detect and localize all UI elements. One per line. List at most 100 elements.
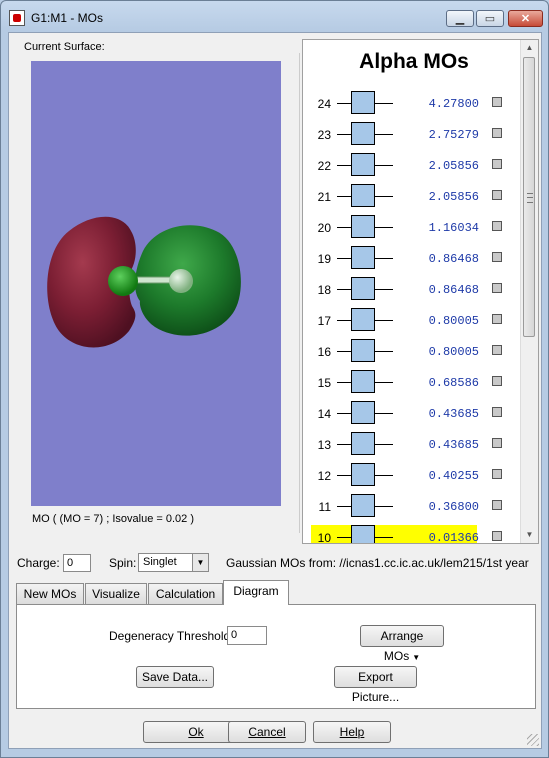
cancel-button[interactable]: Cancel	[228, 721, 306, 743]
mo-number: 15	[317, 376, 331, 390]
mo-row[interactable]: 24 4.27800	[303, 91, 521, 116]
mo-checkbox[interactable]	[492, 128, 502, 138]
mo-energy: 2.05856	[428, 190, 479, 204]
mo-level-box[interactable]	[351, 215, 375, 238]
mo-checkbox[interactable]	[492, 190, 502, 200]
window-title: G1:M1 - MOs	[31, 11, 104, 25]
mo-energy: 0.86468	[428, 252, 479, 266]
mo-energy: 0.80005	[428, 314, 479, 328]
mo-number: 10	[317, 531, 331, 544]
mo-level-box[interactable]	[351, 277, 375, 300]
mo-level-box[interactable]	[351, 401, 375, 424]
tab-diagram[interactable]: Diagram	[223, 580, 289, 605]
mo-checkbox[interactable]	[492, 221, 502, 231]
mo-level-box[interactable]	[351, 339, 375, 362]
dialog-body: Current Surface: MO ((MO = 7) ; Isovalu…	[8, 32, 542, 749]
carbon-atom	[108, 266, 138, 296]
mo-number: 18	[317, 283, 331, 297]
mo-row[interactable]: 12 0.40255	[303, 463, 521, 488]
mo-level-box[interactable]	[351, 246, 375, 269]
info-row: Charge: 0 Spin: Singlet ▼ Gaussian MOs f…	[9, 553, 543, 575]
mo-level-box[interactable]	[351, 463, 375, 486]
mo-checkbox[interactable]	[492, 376, 502, 386]
mo-checkbox[interactable]	[492, 345, 502, 355]
mo-energy: 1.16034	[428, 221, 479, 235]
mo-checkbox[interactable]	[492, 283, 502, 293]
diagram-title: Alpha MOs	[359, 50, 469, 73]
mo-number: 20	[317, 221, 331, 235]
mo-level-box[interactable]	[351, 525, 375, 543]
grip-icon	[527, 193, 533, 203]
mo-checkbox[interactable]	[492, 500, 502, 510]
mo-checkbox[interactable]	[492, 531, 502, 541]
minimize-button[interactable]: ▁	[446, 10, 474, 27]
mo-energy: 0.01366	[428, 531, 479, 544]
mo-energy: 0.68586	[428, 376, 479, 390]
mo-row[interactable]: 14 0.43685	[303, 401, 521, 426]
close-button[interactable]: ✕	[508, 10, 543, 27]
mo-checkbox[interactable]	[492, 438, 502, 448]
mo-level-box[interactable]	[351, 432, 375, 455]
diagram-scrollbar[interactable]: ▲ ▼	[520, 40, 538, 543]
scroll-down-arrow-icon[interactable]: ▼	[521, 527, 538, 543]
charge-input[interactable]: 0	[63, 554, 91, 572]
degeneracy-threshold-input[interactable]: 0	[227, 626, 267, 645]
help-button[interactable]: Help	[313, 721, 391, 743]
tab-visualize[interactable]: Visualize	[85, 583, 147, 604]
mo-level-box[interactable]	[351, 308, 375, 331]
resize-grip-icon[interactable]	[527, 734, 539, 746]
chevron-down-icon: ▼	[192, 554, 208, 571]
mo-diagram-panel: Alpha MOs 24 4.27800 23 2.75279 22 2.05856 21 2…	[302, 39, 539, 544]
mo-checkbox[interactable]	[492, 159, 502, 169]
mo-number: 11	[318, 500, 331, 514]
mo-row[interactable]: 10 0.01366	[303, 525, 521, 544]
mo-row[interactable]: 11 0.36800	[303, 494, 521, 519]
mo-row[interactable]: 18 0.86468	[303, 277, 521, 302]
spin-dropdown[interactable]: Singlet ▼	[138, 553, 209, 572]
mo-energy: 0.43685	[428, 407, 479, 421]
mo-row[interactable]: 22 2.05856	[303, 153, 521, 178]
scroll-up-arrow-icon[interactable]: ▲	[521, 40, 538, 56]
mo-checkbox[interactable]	[492, 469, 502, 479]
mo-level-box[interactable]	[351, 494, 375, 517]
mo-level-box[interactable]	[351, 184, 375, 207]
mo-row[interactable]: 13 0.43685	[303, 432, 521, 457]
close-icon: ✕	[520, 13, 531, 25]
scroll-thumb[interactable]	[523, 57, 535, 337]
dialog-buttons: Ok Cancel Help	[9, 721, 543, 747]
mo-row[interactable]: 19 0.86468	[303, 246, 521, 271]
tab-new-mos[interactable]: New MOs	[16, 583, 84, 604]
mo-row[interactable]: 21 2.05856	[303, 184, 521, 209]
arrange-mos-button[interactable]: Arrange MOs ▼	[360, 625, 444, 663]
mo-level-box[interactable]	[351, 91, 375, 114]
spin-label: Spin:	[109, 556, 137, 570]
mo-checkbox[interactable]	[492, 252, 502, 262]
mo-checkbox[interactable]	[492, 314, 502, 324]
save-data-button[interactable]: Save Data...	[136, 666, 214, 688]
tab-calculation[interactable]: Calculation	[148, 583, 223, 604]
mo-number: 24	[317, 97, 331, 111]
mo-row[interactable]: 15 0.68586	[303, 370, 521, 395]
molecule-viewport[interactable]	[31, 61, 281, 506]
mo-level-box[interactable]	[351, 370, 375, 393]
mo-level-box[interactable]	[351, 122, 375, 145]
mo-energy: 2.75279	[428, 128, 479, 142]
title-bar[interactable]: G1:M1 - MOs ▁ ▭ ✕	[1, 1, 548, 33]
ok-label: Ok	[188, 725, 204, 739]
mo-row[interactable]: 17 0.80005	[303, 308, 521, 333]
mo-number: 21	[317, 190, 331, 204]
mo-energy: 0.86468	[428, 283, 479, 297]
maximize-button[interactable]: ▭	[476, 10, 504, 27]
mo-checkbox[interactable]	[492, 97, 502, 107]
mo-number: 17	[317, 314, 331, 328]
mo-energy: 0.36800	[428, 500, 479, 514]
mo-row[interactable]: 20 1.16034	[303, 215, 521, 240]
export-picture-button[interactable]: Export Picture...	[334, 666, 417, 704]
mo-checkbox[interactable]	[492, 407, 502, 417]
mo-number: 13	[317, 438, 331, 452]
mo-row[interactable]: 23 2.75279	[303, 122, 521, 147]
mo-energy: 0.43685	[428, 438, 479, 452]
mo-row[interactable]: 16 0.80005	[303, 339, 521, 364]
mo-level-box[interactable]	[351, 153, 375, 176]
mo-number: 22	[317, 159, 331, 173]
